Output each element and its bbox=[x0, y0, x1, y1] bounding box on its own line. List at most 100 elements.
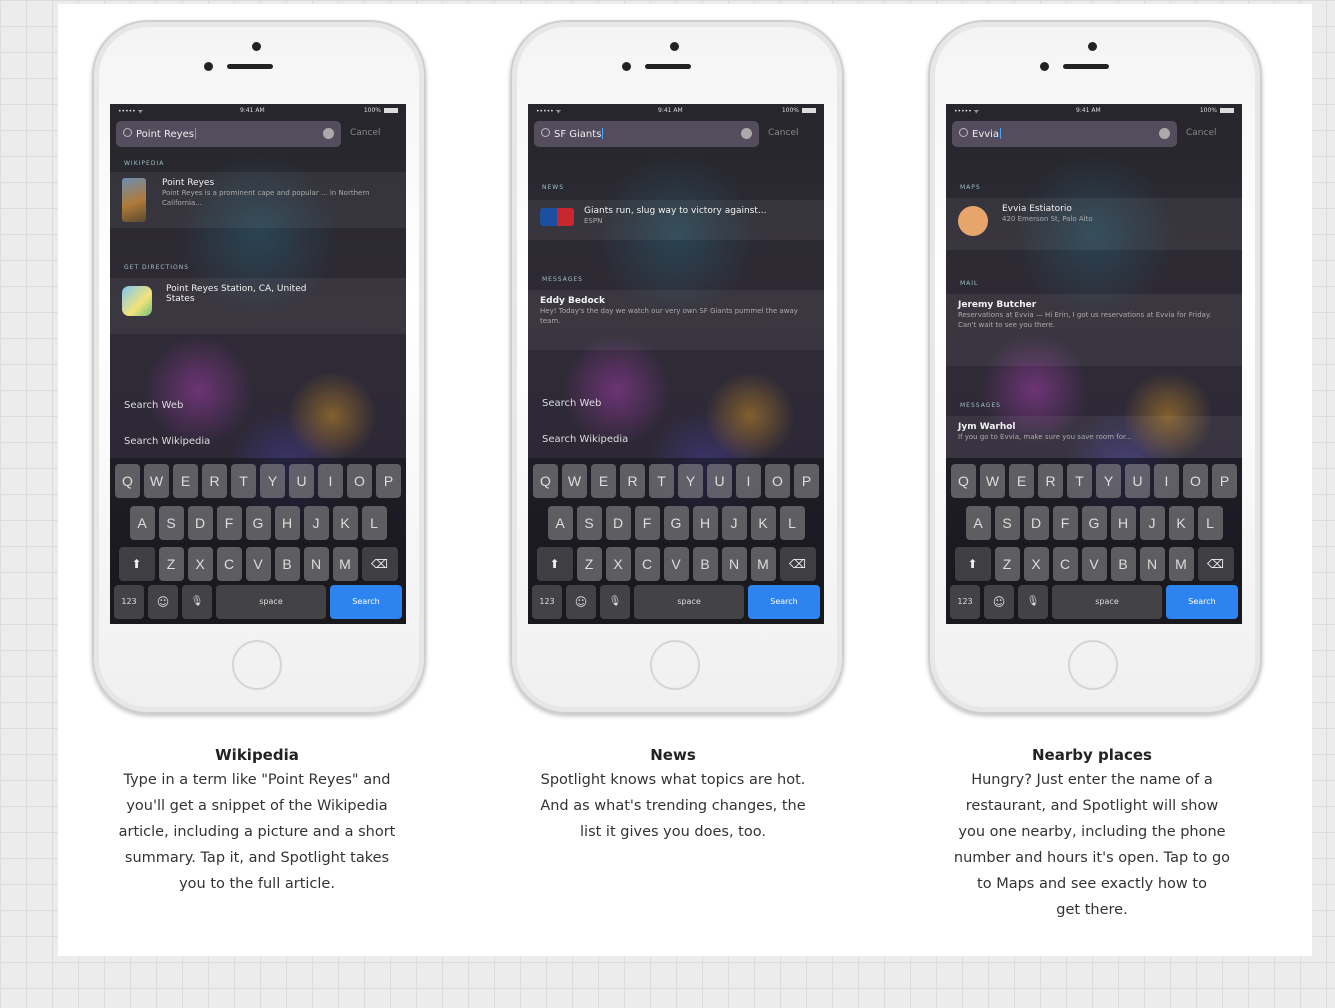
key[interactable]: W bbox=[562, 464, 587, 498]
clear-icon[interactable] bbox=[741, 128, 752, 139]
key[interactable]: Y bbox=[678, 464, 703, 498]
key[interactable]: F bbox=[634, 506, 660, 540]
key[interactable]: E bbox=[173, 464, 198, 498]
key[interactable]: U bbox=[1125, 464, 1150, 498]
numbers-key[interactable]: 123 bbox=[532, 585, 562, 619]
key[interactable]: C bbox=[1052, 547, 1078, 581]
search-key[interactable]: Search bbox=[330, 585, 402, 619]
key[interactable]: R bbox=[202, 464, 227, 498]
key[interactable]: W bbox=[980, 464, 1005, 498]
key[interactable]: I bbox=[1154, 464, 1179, 498]
search-web-link[interactable]: Search Web bbox=[542, 398, 601, 409]
key[interactable]: S bbox=[576, 506, 602, 540]
cancel-button[interactable]: Cancel bbox=[768, 128, 799, 138]
search-key[interactable]: Search bbox=[1166, 585, 1238, 619]
key[interactable]: B bbox=[692, 547, 718, 581]
space-key[interactable]: space bbox=[216, 585, 326, 619]
clear-icon[interactable] bbox=[1159, 128, 1170, 139]
home-button[interactable] bbox=[650, 640, 700, 690]
result-message[interactable]: Jym Warhol If you go to Evvia, make sure… bbox=[946, 416, 1242, 458]
key[interactable]: N bbox=[721, 547, 747, 581]
spotlight-search-input[interactable]: Evvia bbox=[952, 121, 1177, 147]
key[interactable]: H bbox=[1110, 506, 1136, 540]
key[interactable]: J bbox=[721, 506, 747, 540]
key[interactable]: I bbox=[318, 464, 343, 498]
key[interactable]: N bbox=[303, 547, 329, 581]
key[interactable]: A bbox=[547, 506, 573, 540]
key[interactable]: L bbox=[361, 506, 387, 540]
key[interactable]: A bbox=[129, 506, 155, 540]
key[interactable]: T bbox=[1067, 464, 1092, 498]
key[interactable]: R bbox=[620, 464, 645, 498]
emoji-key[interactable]: ☺ bbox=[984, 585, 1014, 619]
search-wikipedia-link[interactable]: Search Wikipedia bbox=[124, 436, 210, 447]
key[interactable]: U bbox=[289, 464, 314, 498]
key[interactable]: Z bbox=[576, 547, 602, 581]
key[interactable]: B bbox=[1110, 547, 1136, 581]
key[interactable]: V bbox=[1081, 547, 1107, 581]
key[interactable]: Q bbox=[951, 464, 976, 498]
cancel-button[interactable]: Cancel bbox=[350, 128, 381, 138]
key[interactable]: I bbox=[736, 464, 761, 498]
microphone-key[interactable]: 🎙 bbox=[600, 585, 630, 619]
space-key[interactable]: space bbox=[1052, 585, 1162, 619]
emoji-key[interactable]: ☺ bbox=[566, 585, 596, 619]
key[interactable]: G bbox=[663, 506, 689, 540]
key[interactable]: U bbox=[707, 464, 732, 498]
cancel-button[interactable]: Cancel bbox=[1186, 128, 1217, 138]
key[interactable]: Z bbox=[994, 547, 1020, 581]
key[interactable]: Y bbox=[260, 464, 285, 498]
result-wikipedia[interactable]: Point Reyes Point Reyes is a prominent c… bbox=[110, 172, 406, 228]
result-directions[interactable]: Point Reyes Station, CA, United States bbox=[110, 278, 406, 334]
result-mail[interactable]: Jeremy Butcher Reservations at Evvia — H… bbox=[946, 294, 1242, 366]
key[interactable]: X bbox=[605, 547, 631, 581]
key[interactable]: K bbox=[1168, 506, 1194, 540]
spotlight-search-input[interactable]: Point Reyes bbox=[116, 121, 341, 147]
key[interactable]: Y bbox=[1096, 464, 1121, 498]
key[interactable]: S bbox=[994, 506, 1020, 540]
home-button[interactable] bbox=[1068, 640, 1118, 690]
key[interactable]: X bbox=[1023, 547, 1049, 581]
clear-icon[interactable] bbox=[323, 128, 334, 139]
delete-key[interactable]: ⌫ bbox=[361, 547, 398, 581]
key[interactable]: O bbox=[347, 464, 372, 498]
search-wikipedia-link[interactable]: Search Wikipedia bbox=[542, 434, 628, 445]
key[interactable]: E bbox=[591, 464, 616, 498]
key[interactable]: D bbox=[1023, 506, 1049, 540]
key[interactable]: F bbox=[1052, 506, 1078, 540]
key[interactable]: P bbox=[376, 464, 401, 498]
key[interactable]: O bbox=[1183, 464, 1208, 498]
key[interactable]: R bbox=[1038, 464, 1063, 498]
key[interactable]: O bbox=[765, 464, 790, 498]
key[interactable]: C bbox=[634, 547, 660, 581]
numbers-key[interactable]: 123 bbox=[950, 585, 980, 619]
key[interactable]: L bbox=[1197, 506, 1223, 540]
key[interactable]: K bbox=[750, 506, 776, 540]
delete-key[interactable]: ⌫ bbox=[779, 547, 816, 581]
delete-key[interactable]: ⌫ bbox=[1197, 547, 1234, 581]
key[interactable]: V bbox=[663, 547, 689, 581]
key[interactable]: Z bbox=[158, 547, 184, 581]
key[interactable]: N bbox=[1139, 547, 1165, 581]
result-message[interactable]: Eddy Bedock Hey! Today's the day we watc… bbox=[528, 290, 824, 350]
key[interactable]: T bbox=[231, 464, 256, 498]
key[interactable]: M bbox=[750, 547, 776, 581]
key[interactable]: B bbox=[274, 547, 300, 581]
search-key[interactable]: Search bbox=[748, 585, 820, 619]
numbers-key[interactable]: 123 bbox=[114, 585, 144, 619]
key[interactable]: L bbox=[779, 506, 805, 540]
key[interactable]: X bbox=[187, 547, 213, 581]
key[interactable]: D bbox=[187, 506, 213, 540]
key[interactable]: J bbox=[303, 506, 329, 540]
key[interactable]: E bbox=[1009, 464, 1034, 498]
microphone-key[interactable]: 🎙 bbox=[1018, 585, 1048, 619]
spotlight-search-input[interactable]: SF Giants bbox=[534, 121, 759, 147]
key[interactable]: Q bbox=[533, 464, 558, 498]
shift-key[interactable]: ⬆ bbox=[954, 547, 991, 581]
key[interactable]: G bbox=[245, 506, 271, 540]
result-news[interactable]: Giants run, slug way to victory against.… bbox=[528, 200, 824, 240]
shift-key[interactable]: ⬆ bbox=[118, 547, 155, 581]
home-button[interactable] bbox=[232, 640, 282, 690]
key[interactable]: P bbox=[1212, 464, 1237, 498]
result-maps-place[interactable]: Evvia Estiatorio 420 Emerson St, Palo Al… bbox=[946, 198, 1242, 250]
